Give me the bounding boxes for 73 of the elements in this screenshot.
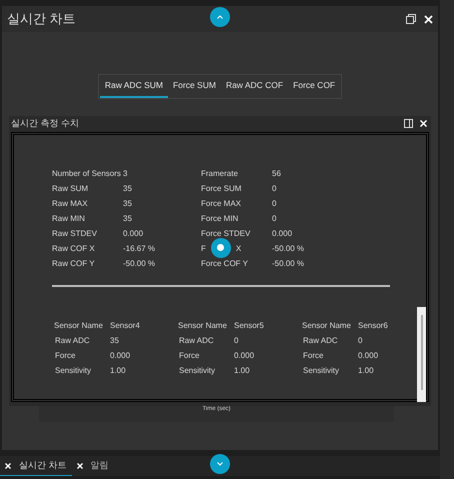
restore-icon[interactable]	[406, 14, 416, 24]
stat-value: -50.00 %	[272, 258, 304, 270]
stat-label: Number of Sensors	[52, 168, 122, 180]
sensor-label: Sensitivity	[55, 365, 92, 378]
stat-value: 56	[272, 168, 281, 180]
sensor-value: Sensor6	[358, 320, 388, 332]
sensor-value: 0.000	[110, 350, 130, 362]
stat-label: Force STDEV	[201, 228, 252, 240]
stat-value: 35	[123, 182, 132, 195]
sensor-value: 0.000	[358, 350, 378, 362]
close-icon[interactable]	[76, 463, 83, 469]
document-tab[interactable]: 실시간 차트	[0, 456, 72, 476]
sensor-label: Sensor Name	[54, 320, 104, 332]
tab-label: 실시간 차트	[19, 458, 67, 472]
stat-label: Force MAX	[201, 198, 242, 210]
sensor-label: Sensor Name	[302, 320, 352, 332]
chart-tab[interactable]: Force COF	[288, 75, 340, 98]
stat-label: F	[201, 242, 206, 255]
chart-tab[interactable]: Raw ADC SUM	[100, 75, 168, 98]
sensor-value: 0	[358, 335, 362, 348]
sensor-label: Force	[179, 350, 200, 362]
chevron-down-icon	[217, 462, 223, 466]
touch-indicator	[210, 238, 231, 258]
stat-label: Force SUM	[201, 182, 242, 195]
stat-value: 0	[272, 212, 276, 225]
sensor-value: Sensor4	[110, 320, 140, 332]
stat-label: Raw STDEV	[52, 228, 98, 240]
scrollbar[interactable]	[417, 306, 426, 402]
window-title: 실시간 차트	[7, 10, 76, 28]
stat-value: 35	[123, 212, 132, 225]
sensor-value: 0	[234, 335, 238, 348]
stat-label: Raw MAX	[52, 198, 89, 210]
sensor-label: Force	[55, 350, 76, 362]
sensor-value: 0.000	[234, 350, 254, 362]
chevron-up-icon	[217, 15, 223, 19]
stat-value: -16.67 %	[123, 242, 156, 255]
stat-label: Framerate	[201, 168, 239, 180]
stat-value: 0	[272, 182, 276, 195]
stat-value: 0.000	[272, 228, 292, 240]
sensor-label: Raw ADC	[55, 335, 91, 348]
stat-label: Raw SUM	[52, 182, 90, 195]
stat-label: Raw COF Y	[52, 258, 96, 270]
document-tab[interactable]: 알림	[72, 456, 114, 476]
stat-value: 35	[123, 198, 132, 210]
stat-value: 0.000	[123, 228, 144, 240]
stat-value: -50.00 %	[123, 258, 156, 270]
sensor-label: Sensitivity	[179, 365, 216, 378]
sensor-label: Force	[303, 350, 324, 362]
sensor-value: 1.00	[110, 365, 126, 378]
stat-label: Raw MIN	[52, 212, 86, 225]
stat-value: -50.00 %	[272, 242, 304, 255]
stat-value: 3	[123, 168, 128, 180]
dock-icon[interactable]	[404, 119, 413, 128]
sensor-value: 1.00	[358, 365, 374, 378]
close-icon[interactable]	[420, 120, 427, 128]
stat-value: 0	[272, 198, 276, 210]
close-icon[interactable]	[5, 462, 11, 468]
close-icon[interactable]	[424, 14, 433, 24]
stat-label: X	[236, 242, 242, 255]
panel-title: 실시간 측정 수치	[11, 117, 80, 130]
tab-label: 알림	[90, 459, 109, 472]
chart-tab[interactable]: Raw ADC COF	[220, 75, 288, 98]
sensor-label: Sensor Name	[178, 320, 228, 332]
sensor-label: Sensitivity	[303, 365, 340, 378]
stat-label: Raw COF X	[52, 242, 96, 255]
sensor-label: Raw ADC	[179, 335, 215, 348]
sensor-value: 1.00	[234, 365, 250, 378]
stat-label: Force MIN	[201, 212, 240, 225]
sensor-value: 35	[110, 335, 119, 348]
stat-label: Force COF Y	[201, 258, 249, 270]
sensor-label: Raw ADC	[303, 335, 339, 348]
chart-tab[interactable]: Force SUM	[168, 75, 221, 98]
sensor-value: Sensor5	[234, 320, 264, 332]
